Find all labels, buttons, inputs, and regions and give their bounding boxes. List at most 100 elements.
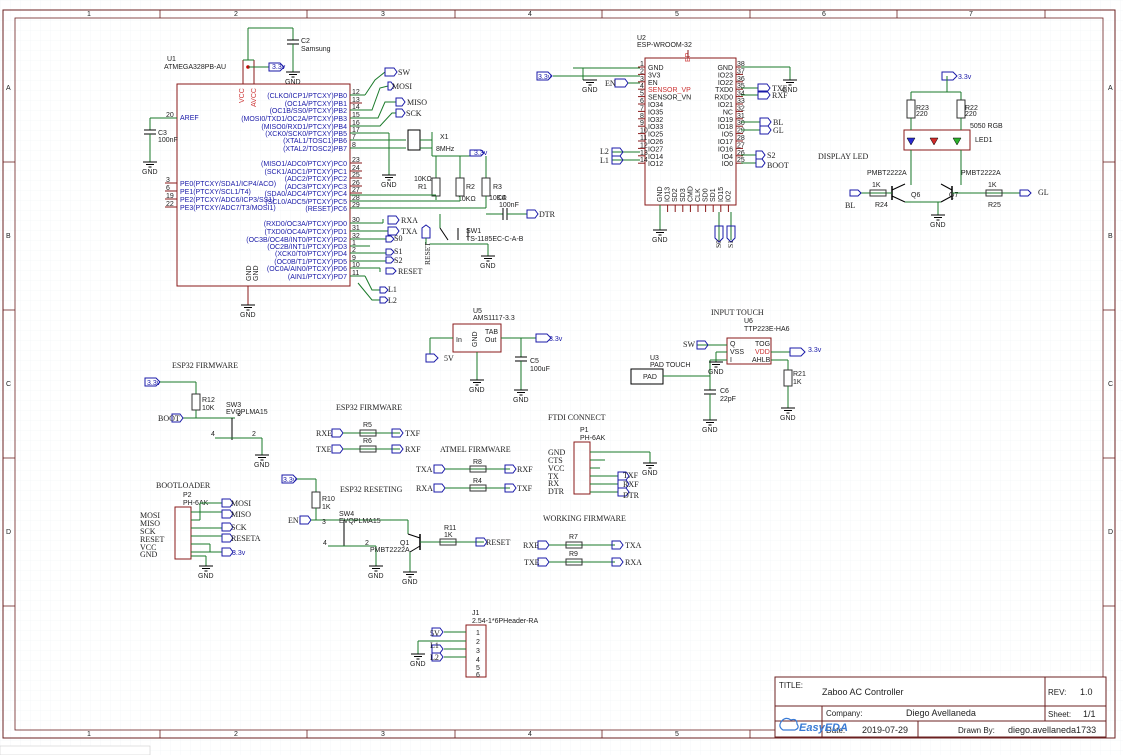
gnd-label: GND bbox=[780, 415, 796, 422]
svg-text:P2: P2 bbox=[183, 492, 192, 499]
svg-text:TITLE:: TITLE: bbox=[779, 681, 803, 690]
row-letter: A bbox=[6, 85, 11, 92]
svg-text:RXF: RXF bbox=[405, 445, 421, 454]
svg-text:S0: S0 bbox=[394, 234, 402, 243]
svg-text:GND: GND bbox=[246, 265, 253, 281]
u2-pin-num: 33 bbox=[737, 98, 745, 105]
u2-pin-label: IO32 bbox=[648, 117, 663, 124]
svg-text:4: 4 bbox=[476, 657, 480, 664]
u2-pin-num: 32 bbox=[737, 105, 745, 112]
col-num-top: 2 bbox=[234, 11, 238, 18]
svg-text:DISPLAY LED: DISPLAY LED bbox=[818, 152, 869, 161]
svg-text:R25: R25 bbox=[988, 202, 1001, 209]
svg-text:100nF: 100nF bbox=[158, 137, 178, 144]
u2-pin-label: SD2 bbox=[672, 188, 679, 202]
svg-text:R5: R5 bbox=[363, 422, 372, 429]
u1-pin-label: (MOSI0/TXD1/OC2A/PTCXY)PB3 bbox=[241, 116, 347, 123]
svg-text:X1: X1 bbox=[440, 134, 449, 141]
svg-text:TXF: TXF bbox=[405, 429, 421, 438]
gnd-label: GND bbox=[469, 387, 485, 394]
u2-pin-label: IO23 bbox=[718, 72, 733, 79]
svg-text:EVQPLMA15: EVQPLMA15 bbox=[339, 518, 381, 525]
svg-text:3.3v: 3.3v bbox=[538, 74, 552, 81]
svg-text:22pF: 22pF bbox=[720, 396, 736, 403]
gnd-label: GND bbox=[381, 182, 397, 189]
u2-pin-label: IO17 bbox=[718, 139, 733, 146]
u1-pin-label: (AIN1/PTCXY)PD7 bbox=[288, 274, 347, 281]
svg-text:Company:: Company: bbox=[826, 709, 862, 718]
gnd-label: GND bbox=[254, 462, 270, 469]
svg-text:INPUT TOUCH: INPUT TOUCH bbox=[711, 308, 764, 317]
u1-pin-num: 23 bbox=[352, 157, 360, 164]
svg-text:In: In bbox=[456, 337, 462, 344]
svg-text:AMS1117-3.3: AMS1117-3.3 bbox=[473, 315, 515, 322]
gnd-label: GND bbox=[652, 237, 668, 244]
svg-text:SW1: SW1 bbox=[466, 228, 481, 235]
u2-pin-num: 1 bbox=[640, 61, 644, 68]
svg-text:5V: 5V bbox=[430, 629, 440, 638]
gnd-label: GND bbox=[480, 263, 496, 270]
u1-pin-label: (RXD0/OC3A/PTCXY)PD0 bbox=[264, 221, 347, 228]
svg-text:Samsung: Samsung bbox=[301, 46, 331, 53]
u1-pin-num: 24 bbox=[352, 165, 360, 172]
svg-text:R9: R9 bbox=[569, 551, 578, 558]
u2-pin-label: IO27 bbox=[648, 146, 663, 153]
svg-text:AREF: AREF bbox=[180, 115, 199, 122]
svg-text:1K: 1K bbox=[793, 379, 802, 386]
svg-text:AVCC: AVCC bbox=[251, 88, 258, 107]
svg-text:TS-1185EC-C-A-B: TS-1185EC-C-A-B bbox=[466, 236, 524, 243]
svg-text:1.0: 1.0 bbox=[1080, 687, 1093, 697]
svg-text:R11: R11 bbox=[444, 525, 456, 532]
svg-text:GL: GL bbox=[1038, 188, 1049, 197]
gnd-label: GND bbox=[240, 312, 256, 319]
svg-text:MOSI: MOSI bbox=[392, 82, 412, 91]
svg-text:C5: C5 bbox=[530, 358, 539, 365]
u2-pin-num: 10 bbox=[640, 128, 648, 135]
svg-text:TXF: TXF bbox=[517, 484, 533, 493]
svg-text:TXF: TXF bbox=[623, 471, 639, 480]
u1-pin-num: 3 bbox=[166, 177, 170, 184]
svg-text:ATMEGA328PB-AU: ATMEGA328PB-AU bbox=[164, 64, 226, 71]
svg-text:REV:: REV: bbox=[1048, 688, 1066, 697]
row-letter: A bbox=[1108, 85, 1113, 92]
u1-pin-label: (OC1A/PTCXY)PB1 bbox=[285, 101, 347, 108]
col-num-bottom: 1 bbox=[87, 731, 91, 738]
u2-pin-label: IO25 bbox=[648, 132, 663, 139]
u1-pin-label: (ADC3/PTCXY)PC3 bbox=[285, 184, 347, 191]
u1-pin-label: (MISO0/RXD1/PTCXY)PB4 bbox=[261, 124, 347, 131]
status-strip bbox=[0, 745, 151, 755]
svg-text:3.3v: 3.3v bbox=[958, 74, 972, 81]
svg-text:Zaboo AC Controller: Zaboo AC Controller bbox=[822, 687, 904, 697]
svg-text:RESET: RESET bbox=[398, 267, 423, 276]
svg-text:220: 220 bbox=[916, 111, 928, 118]
svg-text:U5: U5 bbox=[473, 308, 482, 315]
u2-pin-label: IO35 bbox=[648, 109, 663, 116]
u1-pin-label: (MISO1/ADC0/PTCXY)PC0 bbox=[261, 161, 347, 168]
u2-pin-label: IO22 bbox=[718, 80, 733, 87]
svg-text:U1: U1 bbox=[167, 56, 176, 63]
u1-pin-label: (TXD0/OC4A/PTCXY)PD1 bbox=[265, 229, 348, 236]
u1-pin-label: (XCK0/T0/PTCXY)PD4 bbox=[275, 251, 347, 258]
u2-pin-num: 3 bbox=[640, 76, 644, 83]
u2-pin-label: SD1 bbox=[710, 188, 717, 202]
svg-text:100nF: 100nF bbox=[499, 202, 519, 209]
u2-pin-label: SD0 bbox=[703, 188, 710, 202]
col-num-bottom: 4 bbox=[528, 731, 532, 738]
svg-text:TAB: TAB bbox=[485, 329, 498, 336]
svg-text:3.3v: 3.3v bbox=[232, 550, 246, 557]
svg-text:3: 3 bbox=[476, 648, 480, 655]
row-letter: B bbox=[6, 233, 11, 240]
svg-text:SW: SW bbox=[683, 340, 695, 349]
svg-text:EasyEDA: EasyEDA bbox=[799, 722, 848, 734]
svg-text:3.3v: 3.3v bbox=[272, 64, 286, 71]
svg-text:RXA: RXA bbox=[416, 484, 433, 493]
u2-pin-num: 13 bbox=[640, 150, 648, 157]
row-letter: C bbox=[6, 381, 11, 388]
svg-text:BOOT: BOOT bbox=[767, 161, 789, 170]
u1-pin-label: (SDA0/ADC4/PTCXY)PC4 bbox=[265, 191, 348, 198]
svg-text:8MHz: 8MHz bbox=[436, 146, 455, 153]
svg-text:3.3v: 3.3v bbox=[549, 336, 563, 343]
svg-text:GND: GND bbox=[253, 265, 260, 281]
svg-text:1K: 1K bbox=[322, 504, 331, 511]
svg-text:I: I bbox=[730, 357, 732, 364]
